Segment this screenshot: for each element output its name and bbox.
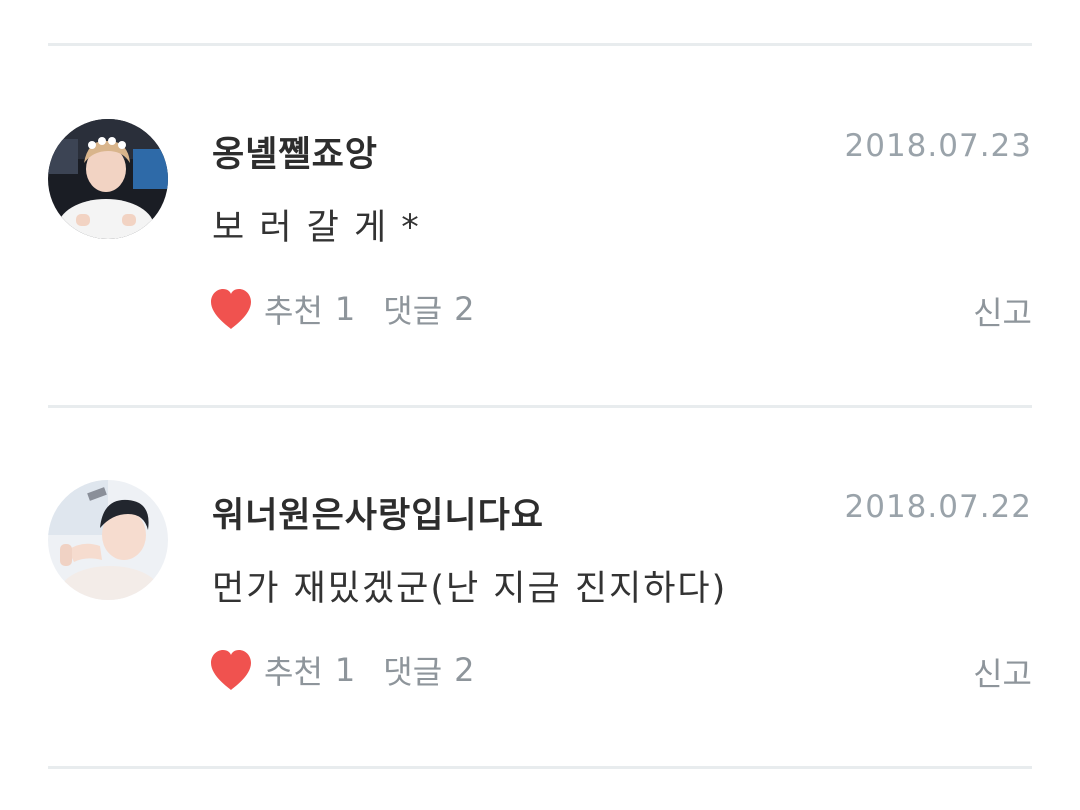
heart-icon xyxy=(211,650,251,690)
avatar[interactable] xyxy=(48,119,168,239)
avatar[interactable] xyxy=(48,480,168,600)
report-button[interactable]: 신고 xyxy=(973,649,1032,695)
comment-actions: 추천 1 댓글 2 xyxy=(208,645,475,695)
avatar-photo-icon xyxy=(48,119,168,239)
reply-button[interactable]: 댓글 2 xyxy=(383,286,474,332)
comment-item: 워너원은사랑입니다요 2018.07.22 먼가 재밌겠군(난 지금 진지하다)… xyxy=(0,361,1080,721)
reply-label: 댓글 xyxy=(383,292,443,330)
comment-date: 2018.07.22 xyxy=(844,489,1032,525)
like-count: 1 xyxy=(334,290,356,328)
reply-label: 댓글 xyxy=(383,653,443,691)
like-count: 1 xyxy=(334,651,356,689)
comment-author[interactable]: 옹녤쪨죠앙 xyxy=(212,126,378,177)
comment-text: 보 러 갈 게 * xyxy=(212,208,421,248)
like-label: 추천 xyxy=(264,292,323,330)
like-button[interactable]: 추천 1 xyxy=(208,286,383,332)
report-button[interactable]: 신고 xyxy=(973,288,1032,334)
comment-actions: 추천 1 댓글 2 xyxy=(208,284,475,334)
heart-icon xyxy=(211,289,251,329)
reply-count: 2 xyxy=(454,651,475,689)
avatar-photo-icon xyxy=(48,480,168,600)
comment-date: 2018.07.23 xyxy=(844,128,1032,164)
comment-author[interactable]: 워너원은사랑입니다요 xyxy=(212,487,544,538)
comment-item: 옹녤쪨죠앙 2018.07.23 보 러 갈 게 * 추천 1 댓글 2 신고 xyxy=(0,0,1080,360)
like-button[interactable]: 추천 1 xyxy=(208,647,383,693)
like-label: 추천 xyxy=(264,653,323,691)
comment-text: 먼가 재밌겠군(난 지금 진지하다) xyxy=(212,569,728,609)
divider-bottom xyxy=(48,766,1032,769)
reply-count: 2 xyxy=(454,290,475,328)
reply-button[interactable]: 댓글 2 xyxy=(383,647,474,693)
